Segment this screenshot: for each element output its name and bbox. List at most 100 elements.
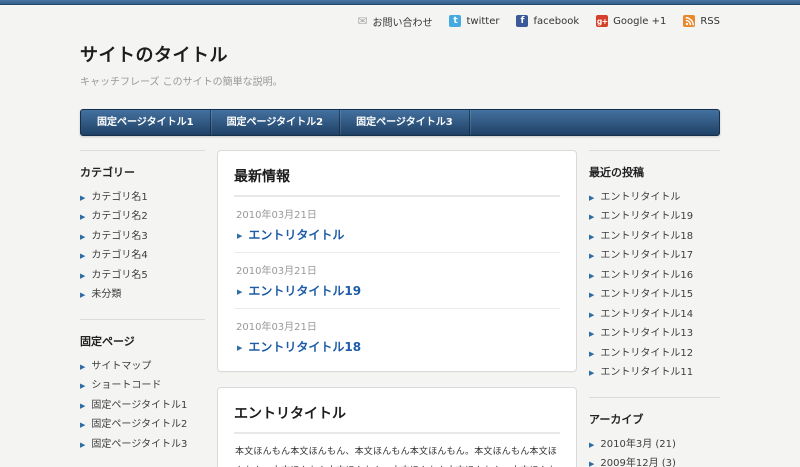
arrow-icon xyxy=(589,308,594,323)
sidebar-item-post[interactable]: エントリタイトル xyxy=(589,188,720,208)
twitter-icon xyxy=(449,15,461,27)
news-entry-link[interactable]: エントリタイトル19 xyxy=(236,282,558,299)
arrow-icon xyxy=(589,347,594,362)
facebook-link[interactable]: facebook xyxy=(516,15,579,27)
rss-link[interactable]: RSS xyxy=(683,15,720,27)
arrow-icon xyxy=(237,339,242,354)
arrow-icon xyxy=(589,438,594,453)
top-accent-strip xyxy=(0,0,800,5)
arrow-icon xyxy=(80,230,85,245)
sidebar-item-post[interactable]: エントリタイトル12 xyxy=(589,344,720,364)
news-date: 2010年03月21日 xyxy=(236,262,558,277)
divider xyxy=(589,397,720,398)
post-label: エントリタイトル19 xyxy=(600,210,693,225)
pages-list: サイトマップ ショートコード 固定ページタイトル1 固定ページタイトル2 固定ペ… xyxy=(80,357,205,455)
sidebar-item-post[interactable]: エントリタイトル15 xyxy=(589,286,720,306)
sidebar-item-shortcode[interactable]: ショートコード xyxy=(80,377,205,397)
page-label: サイトマップ xyxy=(91,360,151,375)
post-label: エントリタイトル18 xyxy=(600,230,693,245)
arrow-icon xyxy=(80,418,85,433)
googleplus-icon xyxy=(596,15,608,27)
archive-label: 2010年3月 (21) xyxy=(600,438,676,453)
twitter-link[interactable]: twitter xyxy=(449,15,499,27)
sidebar-item-archive[interactable]: 2009年12月 (3) xyxy=(589,455,720,467)
arrow-icon xyxy=(80,249,85,264)
sidebar-item-category2[interactable]: カテゴリ名2 xyxy=(80,208,205,228)
sidebar-item-category3[interactable]: カテゴリ名3 xyxy=(80,227,205,247)
arrow-icon xyxy=(80,191,85,206)
arrow-icon xyxy=(237,283,242,298)
news-entry-title: エントリタイトル xyxy=(248,226,344,243)
arrow-icon xyxy=(80,379,85,394)
site-title[interactable]: サイトのタイトル xyxy=(80,41,720,67)
page-label: 固定ページタイトル3 xyxy=(91,438,187,453)
social-topbar: お問い合わせ twitter facebook Google +1 RSS xyxy=(80,14,720,28)
sidebar-item-post[interactable]: エントリタイトル13 xyxy=(589,325,720,345)
facebook-label: facebook xyxy=(533,16,579,27)
category-label: カテゴリ名1 xyxy=(91,191,147,206)
sidebar-item-sitemap[interactable]: サイトマップ xyxy=(80,357,205,377)
arrow-icon xyxy=(589,191,594,206)
arrow-icon xyxy=(80,288,85,303)
nav-item-page2[interactable]: 固定ページタイトル2 xyxy=(211,110,341,135)
sidebar-item-page3[interactable]: 固定ページタイトル3 xyxy=(80,435,205,455)
contact-label: お問い合わせ xyxy=(372,14,432,29)
post-label: エントリタイトル17 xyxy=(600,249,693,264)
archives-title: アーカイブ xyxy=(589,411,720,427)
sidebar-item-page1[interactable]: 固定ページタイトル1 xyxy=(80,396,205,416)
sidebar-item-archive[interactable]: 2010年3月 (21) xyxy=(589,435,720,455)
nav-filler xyxy=(470,110,719,135)
divider xyxy=(234,432,560,434)
arrow-icon xyxy=(589,230,594,245)
rss-icon xyxy=(683,15,695,27)
news-entry-link[interactable]: エントリタイトル18 xyxy=(236,338,558,355)
sidebar-item-page2[interactable]: 固定ページタイトル2 xyxy=(80,416,205,436)
post-label: エントリタイトル14 xyxy=(600,308,693,323)
site-header: サイトのタイトル キャッチフレーズ このサイトの簡単な説明。 xyxy=(80,41,720,88)
arrow-icon xyxy=(237,227,242,242)
arrow-icon xyxy=(80,438,85,453)
page-label: ショートコード xyxy=(91,379,161,394)
news-entry: 2010年03月21日 エントリタイトル18 xyxy=(234,309,560,359)
arrow-icon xyxy=(589,457,594,467)
envelope-icon xyxy=(357,15,367,27)
arrow-icon xyxy=(80,360,85,375)
divider xyxy=(80,319,205,320)
post-label: エントリタイトル12 xyxy=(600,347,693,362)
main-nav: 固定ページタイトル1 固定ページタイトル2 固定ページタイトル3 xyxy=(80,109,720,136)
article-box: エントリタイトル 本文ほんもん本文ほんもん、本文ほんもん本文ほんもん。本文ほんも… xyxy=(217,387,577,467)
arrow-icon xyxy=(589,210,594,225)
right-sidebar: 最近の投稿 エントリタイトル エントリタイトル19 エントリタイトル18 エント… xyxy=(589,150,720,467)
arrow-icon xyxy=(589,288,594,303)
googleplus-label: Google +1 xyxy=(613,16,666,27)
sidebar-item-category4[interactable]: カテゴリ名4 xyxy=(80,247,205,267)
sidebar-item-post[interactable]: エントリタイトル17 xyxy=(589,247,720,267)
sidebar-item-uncategorized[interactable]: 未分類 xyxy=(80,286,205,306)
googleplus-link[interactable]: Google +1 xyxy=(596,15,666,27)
post-label: エントリタイトル16 xyxy=(600,269,693,284)
sidebar-item-post[interactable]: エントリタイトル18 xyxy=(589,227,720,247)
sidebar-item-post[interactable]: エントリタイトル16 xyxy=(589,266,720,286)
post-label: エントリタイトル15 xyxy=(600,288,693,303)
nav-item-page3[interactable]: 固定ページタイトル3 xyxy=(340,110,470,135)
news-date: 2010年03月21日 xyxy=(236,206,558,221)
sidebar-item-category5[interactable]: カテゴリ名5 xyxy=(80,266,205,286)
sidebar-item-post[interactable]: エントリタイトル19 xyxy=(589,208,720,228)
article-title[interactable]: エントリタイトル xyxy=(234,403,560,423)
recent-posts-list: エントリタイトル エントリタイトル19 エントリタイトル18 エントリタイトル1… xyxy=(589,188,720,383)
twitter-label: twitter xyxy=(466,16,499,27)
category-label: 未分類 xyxy=(91,288,121,303)
recent-posts-title: 最近の投稿 xyxy=(589,164,720,180)
news-entry-link[interactable]: エントリタイトル xyxy=(236,226,558,243)
contact-link[interactable]: お問い合わせ xyxy=(357,14,432,29)
sidebar-item-post[interactable]: エントリタイトル14 xyxy=(589,305,720,325)
category-label: カテゴリ名2 xyxy=(91,210,147,225)
news-entry-title: エントリタイトル18 xyxy=(248,338,361,355)
arrow-icon xyxy=(589,327,594,342)
sidebar-item-post[interactable]: エントリタイトル11 xyxy=(589,364,720,384)
content-columns: カテゴリー カテゴリ名1 カテゴリ名2 カテゴリ名3 カテゴリ名4 カテゴリ名5… xyxy=(80,150,720,467)
sidebar-item-category1[interactable]: カテゴリ名1 xyxy=(80,188,205,208)
main-column: 最新情報 2010年03月21日 エントリタイトル 2010年03月21日 エン… xyxy=(217,150,577,467)
categories-list: カテゴリ名1 カテゴリ名2 カテゴリ名3 カテゴリ名4 カテゴリ名5 未分類 xyxy=(80,188,205,305)
nav-item-page1[interactable]: 固定ページタイトル1 xyxy=(81,110,211,135)
